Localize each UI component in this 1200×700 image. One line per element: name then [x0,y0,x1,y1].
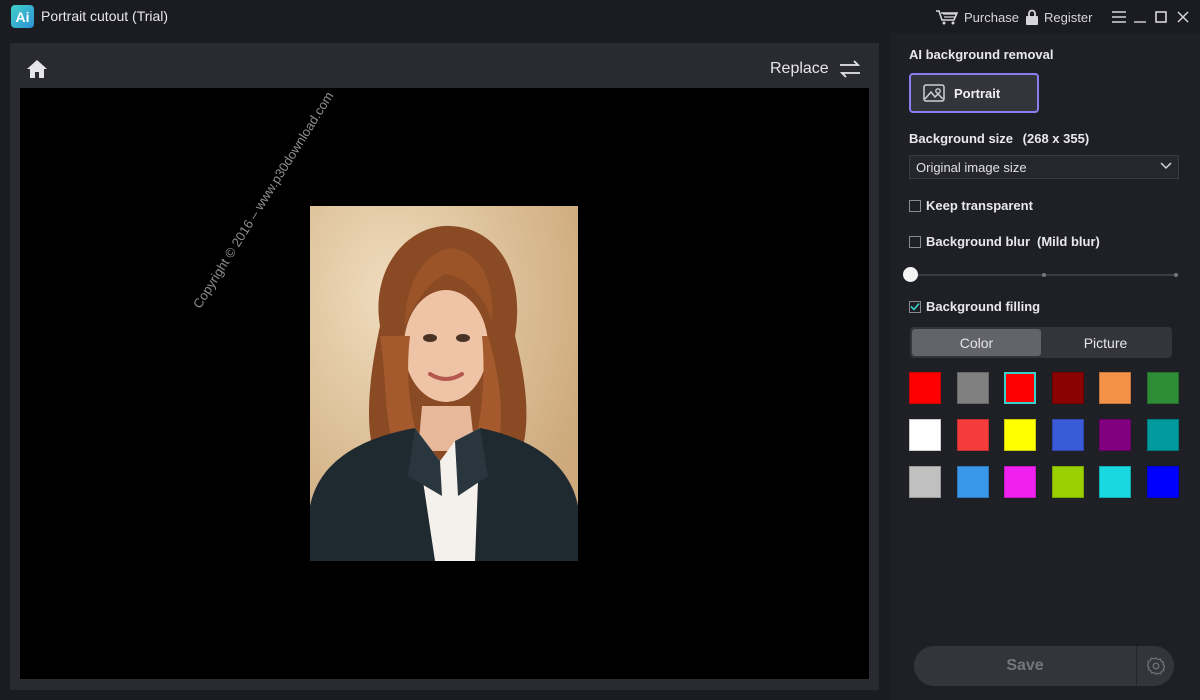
background-blur-level: (Mild blur) [1037,234,1100,249]
color-swatch[interactable] [909,419,941,451]
preview-canvas[interactable]: Copyright © 2016 – www.p30download.com [20,88,869,679]
cart-icon [936,10,959,25]
portrait-illustration [310,206,578,561]
tab-picture[interactable]: Picture [1041,329,1170,356]
removal-title: AI background removal [909,47,1054,62]
color-swatch[interactable] [1146,372,1179,404]
color-swatch-grid [909,372,1181,498]
background-filling-label: Background filling [926,299,1041,314]
save-settings-button[interactable] [1136,646,1174,686]
maximize-icon [1155,11,1167,23]
swap-arrows-icon [839,60,860,78]
hamburger-icon [1112,11,1126,23]
replace-label: Replace [770,60,829,77]
background-filling-checkbox[interactable]: Background filling [909,299,1040,314]
background-size-value: Original image size [916,160,1027,175]
minimize-icon [1134,21,1146,23]
color-swatch[interactable] [1099,466,1132,498]
color-swatch[interactable] [1051,419,1084,451]
portrait-mode-button[interactable]: Portrait [909,73,1039,113]
close-button[interactable] [1172,6,1194,28]
portrait-photo [310,206,578,561]
color-swatch[interactable] [956,466,989,498]
color-swatch[interactable] [909,466,941,498]
workspace: Replace Copyright © 2016 – www.p30downlo… [10,43,879,690]
menu-button[interactable] [1108,6,1130,28]
background-size-dims: (268 x 355) [1022,131,1090,146]
portrait-label: Portrait [954,85,1001,101]
blur-slider[interactable] [903,267,1178,283]
home-icon [27,60,47,78]
title-bar: Ai Portrait cutout (Trial) Purchase Regi… [0,0,1200,33]
tab-color[interactable]: Color [912,329,1041,356]
save-button[interactable]: Save [914,646,1136,686]
background-blur-checkbox[interactable]: Background blur (Mild blur) [909,234,1100,249]
keep-transparent-box[interactable] [909,199,921,212]
maximize-button[interactable] [1150,6,1172,28]
color-swatch[interactable] [909,372,941,404]
background-size-label: Background size [909,131,1014,146]
settings-panel: AI background removal Portrait Backgroun… [890,33,1200,700]
purchase-button[interactable]: Purchase [935,7,1019,27]
blur-slider-tick [1174,273,1178,277]
blur-slider-tick [1042,273,1046,277]
gear-icon [1146,657,1165,675]
color-swatch[interactable] [1099,372,1132,404]
background-size-row: Background size (268 x 355) [909,131,1089,146]
app-logo: Ai [11,5,34,28]
checkmark-icon [910,302,920,311]
color-swatch[interactable] [1004,372,1037,404]
color-swatch[interactable] [1004,419,1037,451]
register-label: Register [1044,9,1093,25]
register-button[interactable]: Register [1025,7,1092,27]
color-swatch[interactable] [1051,372,1084,404]
minimize-button[interactable] [1129,6,1151,28]
color-swatch[interactable] [1146,466,1179,498]
window-title: Portrait cutout (Trial) [41,8,169,24]
color-swatch[interactable] [1004,466,1037,498]
close-icon [1177,11,1189,23]
keep-transparent-checkbox[interactable]: Keep transparent [909,198,1033,213]
color-swatch[interactable] [956,419,989,451]
background-blur-label: Background blur [926,234,1031,249]
save-group: Save [914,646,1174,686]
chevron-down-icon [1160,162,1172,170]
background-blur-box[interactable] [909,235,921,248]
lock-icon [1026,9,1038,25]
color-swatch[interactable] [1051,466,1084,498]
color-swatch[interactable] [1099,419,1132,451]
color-swatch[interactable] [956,372,989,404]
background-size-select[interactable]: Original image size [909,155,1179,179]
purchase-label: Purchase [964,9,1019,25]
home-button[interactable] [26,59,48,79]
replace-button[interactable]: Replace [770,58,861,80]
fill-type-tabs: Color Picture [910,327,1172,358]
keep-transparent-label: Keep transparent [926,198,1033,213]
color-swatch[interactable] [1146,419,1179,451]
portrait-image-icon [923,84,945,102]
background-filling-box[interactable] [909,300,921,313]
blur-slider-thumb[interactable] [903,267,918,282]
